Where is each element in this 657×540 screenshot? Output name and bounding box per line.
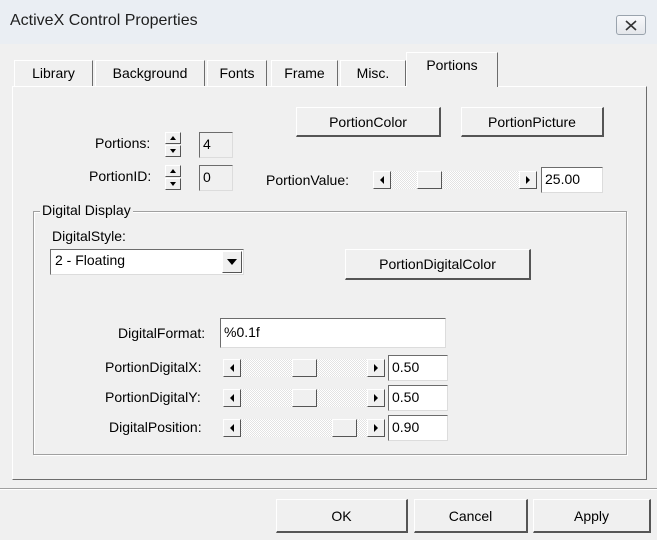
digital-display-group: Digital Display DigitalStyle: 2 - Floati… [33,202,627,455]
portion-color-button[interactable]: PortionColor [296,107,441,137]
scroll-thumb[interactable] [331,419,357,437]
scroll-thumb[interactable] [416,171,442,189]
portion-digital-y-scrollbar[interactable] [223,389,385,407]
close-button[interactable] [616,15,646,35]
close-icon [625,20,637,31]
scroll-left-button[interactable] [223,359,241,377]
arrow-left-icon [380,176,384,184]
tab-portions[interactable]: Portions [406,52,498,87]
portion-value-label: PortionValue: [266,172,350,188]
portions-spinner[interactable] [165,132,181,157]
spin-up-button[interactable] [165,165,181,177]
apply-button[interactable]: Apply [533,499,651,533]
digital-position-value[interactable]: 0.90 [388,415,448,441]
portion-value-scrollbar[interactable] [373,171,537,189]
scroll-left-button[interactable] [223,419,241,437]
arrow-left-icon [230,424,234,432]
portion-digital-x-label: PortionDigitalX: [105,359,202,375]
portion-digital-color-button[interactable]: PortionDigitalColor [345,249,531,280]
title-bar: ActiveX Control Properties [0,0,657,44]
arrow-down-icon [170,149,176,153]
arrow-down-icon [170,182,176,186]
scroll-left-button[interactable] [373,171,391,189]
properties-dialog: ActiveX Control Properties Library Backg… [0,0,657,540]
digital-format-input[interactable]: %0.1f [220,318,446,348]
scroll-right-button[interactable] [367,419,385,437]
chevron-down-icon [227,259,237,265]
portion-digital-x-scrollbar[interactable] [223,359,385,377]
window-title: ActiveX Control Properties [10,12,198,29]
portions-value: 4 [199,132,233,158]
ok-button[interactable]: OK [276,499,408,533]
spin-up-button[interactable] [165,132,181,144]
tab-fonts[interactable]: Fonts [207,60,267,86]
portion-id-spinner[interactable] [165,165,181,190]
portion-id-value: 0 [199,165,233,191]
scroll-right-button[interactable] [519,171,537,189]
cancel-button[interactable]: Cancel [414,499,528,533]
portion-digital-y-value[interactable]: 0.50 [388,385,448,411]
scroll-thumb[interactable] [291,389,317,407]
spin-down-button[interactable] [165,178,181,190]
portion-value-field[interactable]: 25.00 [541,167,603,193]
dropdown-button[interactable] [222,251,242,273]
arrow-up-icon [170,136,176,140]
scroll-right-button[interactable] [367,389,385,407]
scroll-thumb[interactable] [291,359,317,377]
digital-position-label: DigitalPosition: [109,419,202,435]
portions-panel: PortionColor PortionPicture Portions: 4 … [12,86,647,480]
digital-format-label: DigitalFormat: [118,325,206,341]
tab-misc[interactable]: Misc. [340,60,406,86]
arrow-left-icon [230,394,234,402]
digital-style-label: DigitalStyle: [52,228,126,244]
digital-display-title: Digital Display [40,202,133,218]
arrow-right-icon [374,364,378,372]
tab-library[interactable]: Library [14,60,93,86]
digital-position-scrollbar[interactable] [223,419,385,437]
portion-picture-button[interactable]: PortionPicture [461,107,604,137]
arrow-right-icon [526,176,530,184]
tab-frame[interactable]: Frame [271,60,338,86]
arrow-right-icon [374,394,378,402]
portions-label: Portions: [95,135,151,151]
spin-down-button[interactable] [165,145,181,157]
digital-style-select[interactable]: 2 - Floating [50,249,244,275]
arrow-right-icon [374,424,378,432]
portion-digital-x-value[interactable]: 0.50 [388,355,448,381]
tab-background[interactable]: Background [95,60,205,86]
scroll-left-button[interactable] [223,389,241,407]
scroll-right-button[interactable] [367,359,385,377]
portion-digital-y-label: PortionDigitalY: [105,389,201,405]
arrow-left-icon [230,364,234,372]
portion-id-label: PortionID: [89,168,152,184]
dialog-footer: OK Cancel Apply [0,490,657,540]
digital-style-value: 2 - Floating [55,252,126,268]
arrow-up-icon [170,169,176,173]
